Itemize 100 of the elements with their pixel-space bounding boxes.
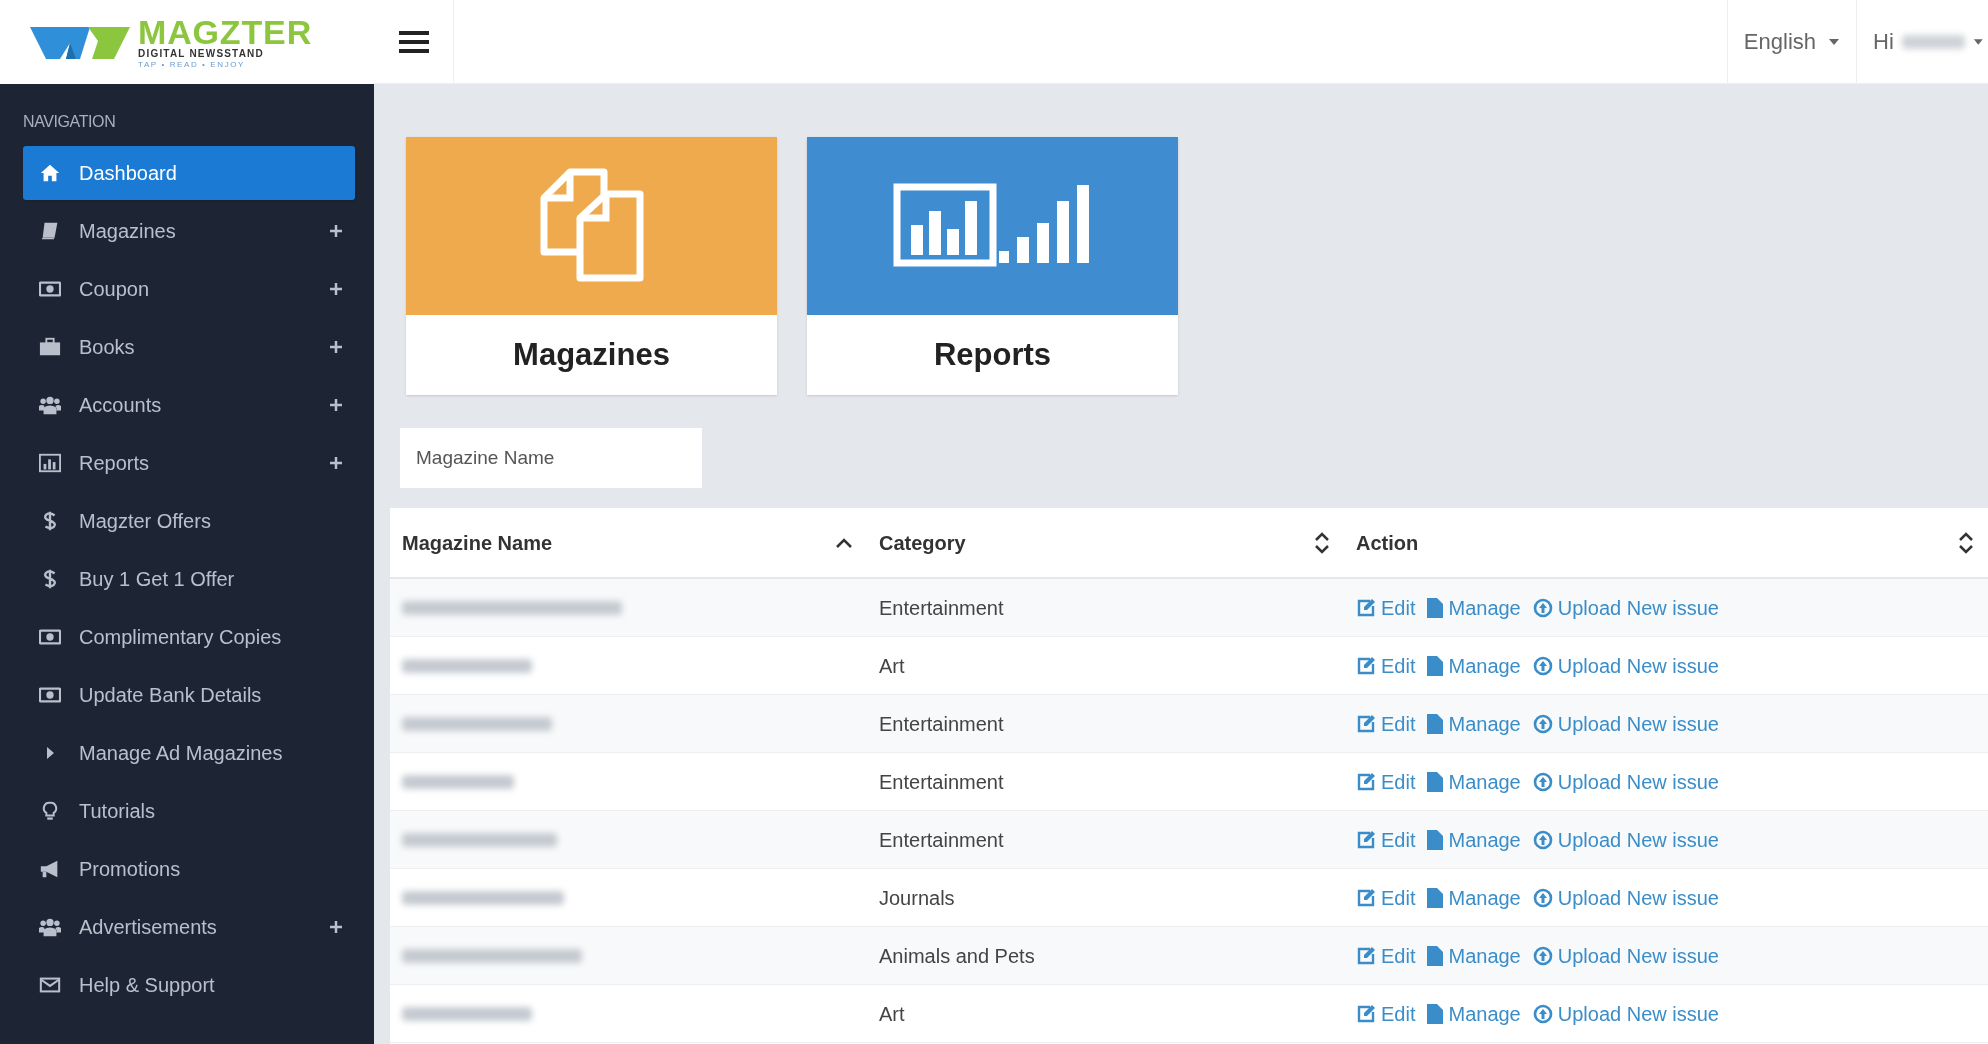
manage-link[interactable]: Manage xyxy=(1427,998,1521,1029)
upload-link[interactable]: Upload New issue xyxy=(1532,708,1719,739)
manage-link[interactable]: Manage xyxy=(1427,766,1521,797)
category-cell: Journals xyxy=(879,886,955,909)
edit-link[interactable]: Edit xyxy=(1356,824,1416,855)
edit-icon xyxy=(1356,771,1376,792)
dashboard-tile[interactable]: Reports xyxy=(807,137,1178,395)
category-cell: Entertainment xyxy=(879,712,1004,735)
search-field[interactable]: Magazine Name xyxy=(400,428,702,488)
logo-tagline: DIGITAL NEWSSTAND xyxy=(138,49,265,59)
nav-item[interactable]: Advertisements xyxy=(23,898,355,956)
caret-icon xyxy=(46,747,54,759)
category-cell: Entertainment xyxy=(879,828,1004,851)
nav-item[interactable]: Magzter Offers xyxy=(23,492,355,550)
nav-item[interactable]: Magazines xyxy=(23,202,355,260)
briefcase-icon xyxy=(39,336,61,358)
document-icon xyxy=(1427,829,1444,850)
document-icon xyxy=(1427,655,1444,676)
edit-link[interactable]: Edit xyxy=(1356,708,1416,739)
document-icon xyxy=(1427,945,1444,966)
caret-icon xyxy=(1973,37,1984,46)
edit-icon xyxy=(1356,1003,1376,1024)
edit-icon xyxy=(1356,945,1376,966)
category-cell: Animals and Pets xyxy=(879,944,1035,967)
edit-link[interactable]: Edit xyxy=(1356,650,1416,681)
nav-item[interactable]: Manage Ad Magazines xyxy=(23,724,355,782)
manage-link[interactable]: Manage xyxy=(1427,940,1521,971)
edit-icon xyxy=(1356,713,1376,734)
nav-item[interactable]: Buy 1 Get 1 Offer xyxy=(23,550,355,608)
column-header[interactable]: Category xyxy=(879,527,966,558)
upload-link[interactable]: Upload New issue xyxy=(1532,592,1719,623)
nav-item[interactable]: Promotions xyxy=(23,840,355,898)
upload-link[interactable]: Upload New issue xyxy=(1532,650,1719,681)
banknote-icon xyxy=(39,684,61,706)
bar-chart-icon xyxy=(39,452,61,474)
upload-icon xyxy=(1532,597,1553,618)
nav-item[interactable]: Reports xyxy=(23,434,355,492)
nav-heading: NAVIGATION xyxy=(22,112,117,132)
upload-icon xyxy=(1532,771,1553,792)
document-icon xyxy=(1427,771,1444,792)
upload-icon xyxy=(1532,655,1553,676)
manage-link[interactable]: Manage xyxy=(1427,650,1521,681)
edit-icon xyxy=(1356,597,1376,618)
caret-icon xyxy=(1828,37,1840,46)
manage-link[interactable]: Manage xyxy=(1427,824,1521,855)
user-menu[interactable]: Hi xyxy=(1856,0,1988,83)
upload-link[interactable]: Upload New issue xyxy=(1532,882,1719,913)
users-icon xyxy=(39,394,61,416)
upload-icon xyxy=(1532,887,1553,908)
edit-icon xyxy=(1356,887,1376,908)
dashboard-tile[interactable]: Magazines xyxy=(406,137,777,395)
tile-label: Magazines xyxy=(512,335,671,374)
sort-up-icon[interactable] xyxy=(835,536,853,549)
upload-link[interactable]: Upload New issue xyxy=(1532,998,1719,1029)
edit-link[interactable]: Edit xyxy=(1356,882,1416,913)
document-icon xyxy=(1427,1003,1444,1024)
edit-icon xyxy=(1356,829,1376,850)
banknote-icon xyxy=(39,278,61,300)
nav-item[interactable]: Coupon xyxy=(23,260,355,318)
nav-item[interactable]: Update Bank Details xyxy=(23,666,355,724)
document-icon xyxy=(1427,713,1444,734)
nav-item[interactable]: Help & Support xyxy=(23,956,355,1014)
column-header[interactable]: Action xyxy=(1356,527,1419,558)
edit-icon xyxy=(1356,655,1376,676)
logo-motto: TAP • READ • ENJOY xyxy=(138,61,246,69)
nav-item[interactable]: Dashboard xyxy=(23,146,355,200)
manage-link[interactable]: Manage xyxy=(1427,882,1521,913)
logo-name: MAGZTER xyxy=(138,15,313,49)
language-dropdown[interactable]: English xyxy=(1726,0,1856,83)
home-icon xyxy=(39,162,61,184)
upload-icon xyxy=(1532,1003,1553,1024)
blurred-name xyxy=(1901,34,1966,49)
edit-link[interactable]: Edit xyxy=(1356,592,1416,623)
nav-item[interactable]: Books xyxy=(23,318,355,376)
category-cell: Entertainment xyxy=(879,596,1004,619)
banknote-icon xyxy=(39,626,61,648)
category-cell: Art xyxy=(879,654,905,677)
nav-item[interactable]: Tutorials xyxy=(23,782,355,840)
edit-link[interactable]: Edit xyxy=(1356,766,1416,797)
edit-link[interactable]: Edit xyxy=(1356,998,1416,1029)
manage-link[interactable]: Manage xyxy=(1427,708,1521,739)
manage-link[interactable]: Manage xyxy=(1427,592,1521,623)
users-icon xyxy=(39,916,61,938)
nav-item[interactable]: Complimentary Copies xyxy=(23,608,355,666)
document-icon xyxy=(1427,887,1444,908)
upload-link[interactable]: Upload New issue xyxy=(1532,824,1719,855)
upload-icon xyxy=(1532,945,1553,966)
edit-link[interactable]: Edit xyxy=(1356,940,1416,971)
nav-item[interactable]: Accounts xyxy=(23,376,355,434)
menu-icon xyxy=(398,28,429,55)
document-icon xyxy=(1427,597,1444,618)
sort-icon[interactable] xyxy=(1958,530,1974,555)
category-cell: Entertainment xyxy=(879,770,1004,793)
column-header[interactable]: Magazine Name xyxy=(402,527,553,558)
upload-link[interactable]: Upload New issue xyxy=(1532,766,1719,797)
upload-link[interactable]: Upload New issue xyxy=(1532,940,1719,971)
sort-icon[interactable] xyxy=(1314,530,1330,555)
tile-label: Reports xyxy=(932,335,1053,374)
upload-icon xyxy=(1532,829,1553,850)
category-cell: Art xyxy=(879,1002,905,1025)
